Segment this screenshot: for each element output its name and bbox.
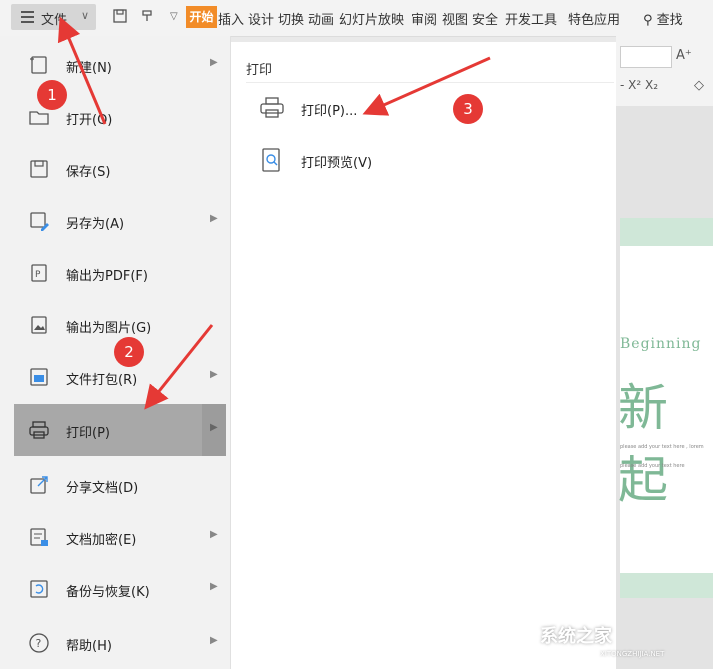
step-badge-1: 1 bbox=[37, 80, 67, 110]
arrow-1 bbox=[57, 16, 107, 125]
step-badge-3: 3 bbox=[453, 94, 483, 124]
step-badge-2: 2 bbox=[114, 337, 144, 367]
arrow-2 bbox=[144, 324, 214, 410]
watermark-url: XITONGZHIJIA.NET bbox=[600, 650, 665, 658]
watermark-logo: 系统之家 bbox=[540, 626, 612, 647]
annotation-arrows bbox=[57, 16, 491, 410]
